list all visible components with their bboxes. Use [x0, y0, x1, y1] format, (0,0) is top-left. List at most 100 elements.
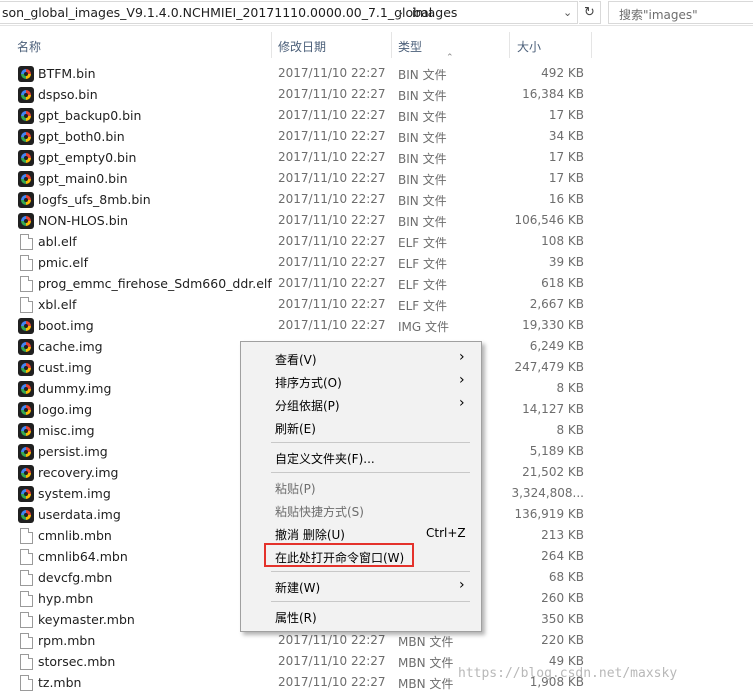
file-size: 618 KB: [541, 276, 584, 290]
file-icon: [20, 297, 33, 313]
file-date: 2017/11/10 22:27: [278, 171, 386, 185]
menu-item-label: 自定义文件夹(F)...: [275, 452, 375, 466]
menu-item-group-by[interactable]: 分组依据(P) ›: [243, 393, 479, 415]
file-type: MBN 文件: [398, 677, 454, 691]
menu-item-shortcut: Ctrl+Z: [426, 526, 466, 540]
file-icon: [20, 570, 33, 586]
column-type[interactable]: 类型: [398, 38, 422, 55]
file-name: storsec.mbn: [38, 654, 116, 669]
file-row[interactable]: dspso.bin 2017/11/10 22:27 BIN 文件 16,384 KB: [0, 85, 753, 106]
menu-item-sort-by[interactable]: 排序方式(O) ›: [243, 370, 479, 392]
column-divider[interactable]: [591, 32, 592, 58]
menu-item-refresh[interactable]: 刷新(E): [243, 416, 479, 438]
file-size: 8 KB: [556, 423, 584, 437]
menu-item-label: 刷新(E): [275, 422, 316, 436]
menu-item-label: 排序方式(O): [275, 376, 342, 390]
column-header: 名称 修改日期 类型 ⌃ 大小: [0, 30, 753, 63]
column-date[interactable]: 修改日期: [278, 38, 326, 55]
file-row[interactable]: prog_emmc_firehose_Sdm660_ddr.elf 2017/11…: [0, 274, 753, 295]
file-type: IMG 文件: [398, 320, 450, 334]
file-row[interactable]: gpt_main0.bin 2017/11/10 22:27 BIN 文件 17 KB: [0, 169, 753, 190]
file-name: logo.img: [38, 402, 93, 417]
menu-separator: [271, 601, 470, 602]
file-date: 2017/11/10 22:27: [278, 234, 386, 248]
menu-item-customize-folder[interactable]: 自定义文件夹(F)...: [243, 446, 479, 468]
file-size: 17 KB: [548, 150, 584, 164]
file-type: ELF 文件: [398, 236, 447, 250]
file-size: 108 KB: [541, 234, 584, 248]
file-date: 2017/11/10 22:27: [278, 192, 386, 206]
menu-item-label: 新建(W): [275, 581, 321, 595]
menu-item-label: 属性(R): [275, 611, 317, 625]
app-icon: [18, 129, 34, 145]
menu-separator: [271, 571, 470, 572]
file-size: 17 KB: [548, 108, 584, 122]
file-name: dummy.img: [38, 381, 112, 396]
file-row[interactable]: boot.img 2017/11/10 22:27 IMG 文件 19,330 KB: [0, 316, 753, 337]
menu-item-new[interactable]: 新建(W) ›: [243, 575, 479, 597]
chevron-down-icon[interactable]: ⌄: [563, 6, 572, 19]
menu-item-properties[interactable]: 属性(R): [243, 605, 479, 627]
file-row[interactable]: NON-HLOS.bin 2017/11/10 22:27 BIN 文件 106,54…: [0, 211, 753, 232]
file-icon: [20, 654, 33, 670]
app-icon: [18, 213, 34, 229]
app-icon: [18, 171, 34, 187]
file-date: 2017/11/10 22:27: [278, 276, 386, 290]
menu-item-label: 粘贴快捷方式(S): [275, 505, 364, 519]
menu-item-label: 查看(V): [275, 353, 317, 367]
file-name: boot.img: [38, 318, 94, 333]
column-divider[interactable]: [391, 32, 392, 58]
menu-item-view[interactable]: 查看(V) ›: [243, 347, 479, 369]
file-type: BIN 文件: [398, 110, 447, 124]
file-row[interactable]: xbl.elf 2017/11/10 22:27 ELF 文件 2,667 KB: [0, 295, 753, 316]
file-name: misc.img: [38, 423, 95, 438]
file-size: 17 KB: [548, 171, 584, 185]
file-row[interactable]: rpm.mbn 2017/11/10 22:27 MBN 文件 220 KB: [0, 631, 753, 652]
column-size[interactable]: 大小: [517, 38, 541, 55]
file-name: tz.mbn: [38, 675, 82, 690]
file-icon: [20, 255, 33, 271]
file-date: 2017/11/10 22:27: [278, 675, 386, 689]
search-placeholder: 搜索"images": [619, 8, 698, 22]
file-row[interactable]: gpt_backup0.bin 2017/11/10 22:27 BIN 文件 17 …: [0, 106, 753, 127]
file-name: rpm.mbn: [38, 633, 96, 648]
file-name: gpt_empty0.bin: [38, 150, 137, 165]
file-row[interactable]: gpt_both0.bin 2017/11/10 22:27 BIN 文件 34 KB: [0, 127, 753, 148]
file-name: system.img: [38, 486, 111, 501]
search-input[interactable]: 搜索"images": [608, 1, 753, 24]
file-row[interactable]: BTFM.bin 2017/11/10 22:27 BIN 文件 492 KB: [0, 64, 753, 85]
breadcrumb-parent[interactable]: son_global_images_V9.1.4.0.NCHMIEI_20171…: [2, 5, 432, 20]
file-name: cust.img: [38, 360, 92, 375]
app-icon: [18, 318, 34, 334]
menu-item-paste: 粘贴(P): [243, 476, 479, 498]
refresh-icon[interactable]: ↻: [579, 1, 601, 24]
address-path[interactable]: son_global_images_V9.1.4.0.NCHMIEI_20171…: [0, 1, 578, 24]
app-icon: [18, 444, 34, 460]
file-size: 247,479 KB: [514, 360, 584, 374]
file-row[interactable]: gpt_empty0.bin 2017/11/10 22:27 BIN 文件 17 K…: [0, 148, 753, 169]
file-name: gpt_main0.bin: [38, 171, 128, 186]
file-row[interactable]: pmic.elf 2017/11/10 22:27 ELF 文件 39 KB: [0, 253, 753, 274]
file-size: 8 KB: [556, 381, 584, 395]
file-name: xbl.elf: [38, 297, 77, 312]
file-date: 2017/11/10 22:27: [278, 318, 386, 332]
file-icon: [20, 549, 33, 565]
file-type: BIN 文件: [398, 173, 447, 187]
file-row[interactable]: abl.elf 2017/11/10 22:27 ELF 文件 108 KB: [0, 232, 753, 253]
file-name: gpt_backup0.bin: [38, 108, 142, 123]
column-divider[interactable]: [509, 32, 510, 58]
column-divider[interactable]: [271, 32, 272, 58]
file-name: prog_emmc_firehose_Sdm660_ddr.elf: [38, 276, 272, 291]
breadcrumb-current[interactable]: images: [412, 5, 457, 20]
file-type: MBN 文件: [398, 635, 454, 649]
breadcrumb-separator-icon[interactable]: ›: [398, 5, 403, 20]
file-size: 14,127 KB: [522, 402, 584, 416]
menu-item-undo-delete[interactable]: 撤消 删除(U) Ctrl+Z: [243, 522, 479, 544]
file-type: BIN 文件: [398, 89, 447, 103]
file-name: devcfg.mbn: [38, 570, 113, 585]
file-date: 2017/11/10 22:27: [278, 87, 386, 101]
column-name[interactable]: 名称: [17, 38, 41, 55]
file-row[interactable]: logfs_ufs_8mb.bin 2017/11/10 22:27 BIN 文件 1…: [0, 190, 753, 211]
file-name: keymaster.mbn: [38, 612, 135, 627]
app-icon: [18, 465, 34, 481]
